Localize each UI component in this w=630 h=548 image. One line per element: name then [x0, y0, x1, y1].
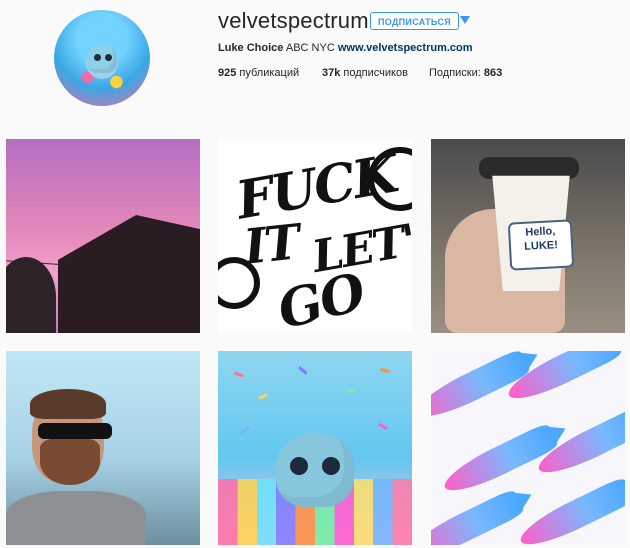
stat-followers[interactable]: 37k подписчиков — [322, 67, 408, 79]
shark-icon — [431, 488, 526, 545]
bio-location: ABC NYC — [285, 42, 335, 54]
username: velvetspectrum — [218, 8, 369, 33]
posts-grid: FUCK IT LET'S GO Hello, LUKE! — [6, 139, 630, 548]
stat-following[interactable]: Подписки: 863 — [429, 67, 502, 79]
sunglasses-icon — [38, 423, 112, 439]
skull-art-icon — [276, 433, 354, 507]
profile-avatar[interactable] — [54, 10, 150, 106]
stat-posts[interactable]: 925 публикаций — [218, 67, 299, 79]
skull-art-icon — [87, 45, 117, 73]
post-tile[interactable]: FUCK IT LET'S GO — [218, 139, 412, 333]
post-tile[interactable] — [431, 351, 625, 545]
bio-name: Luke Choice — [218, 42, 284, 54]
building-silhouette — [58, 215, 200, 333]
tree-silhouette — [6, 257, 56, 333]
post-tile[interactable] — [218, 351, 412, 545]
shark-icon — [514, 476, 625, 545]
bio: Luke Choice ABC NYC www.velvetspectrum.c… — [218, 42, 473, 54]
post-tile[interactable]: Hello, LUKE! — [431, 139, 625, 333]
cup-lid — [479, 157, 579, 179]
post-tile[interactable] — [6, 351, 200, 545]
name-tag-sticker: Hello, LUKE! — [507, 219, 575, 271]
caret-down-icon[interactable] — [460, 16, 470, 24]
profile-header: velvetspectrum ПОДПИСАТЬСЯ Luke Choice A… — [0, 0, 630, 120]
post-tile[interactable] — [6, 139, 200, 333]
follow-button[interactable]: ПОДПИСАТЬСЯ — [370, 12, 460, 30]
website-link[interactable]: www.velvetspectrum.com — [338, 42, 473, 54]
